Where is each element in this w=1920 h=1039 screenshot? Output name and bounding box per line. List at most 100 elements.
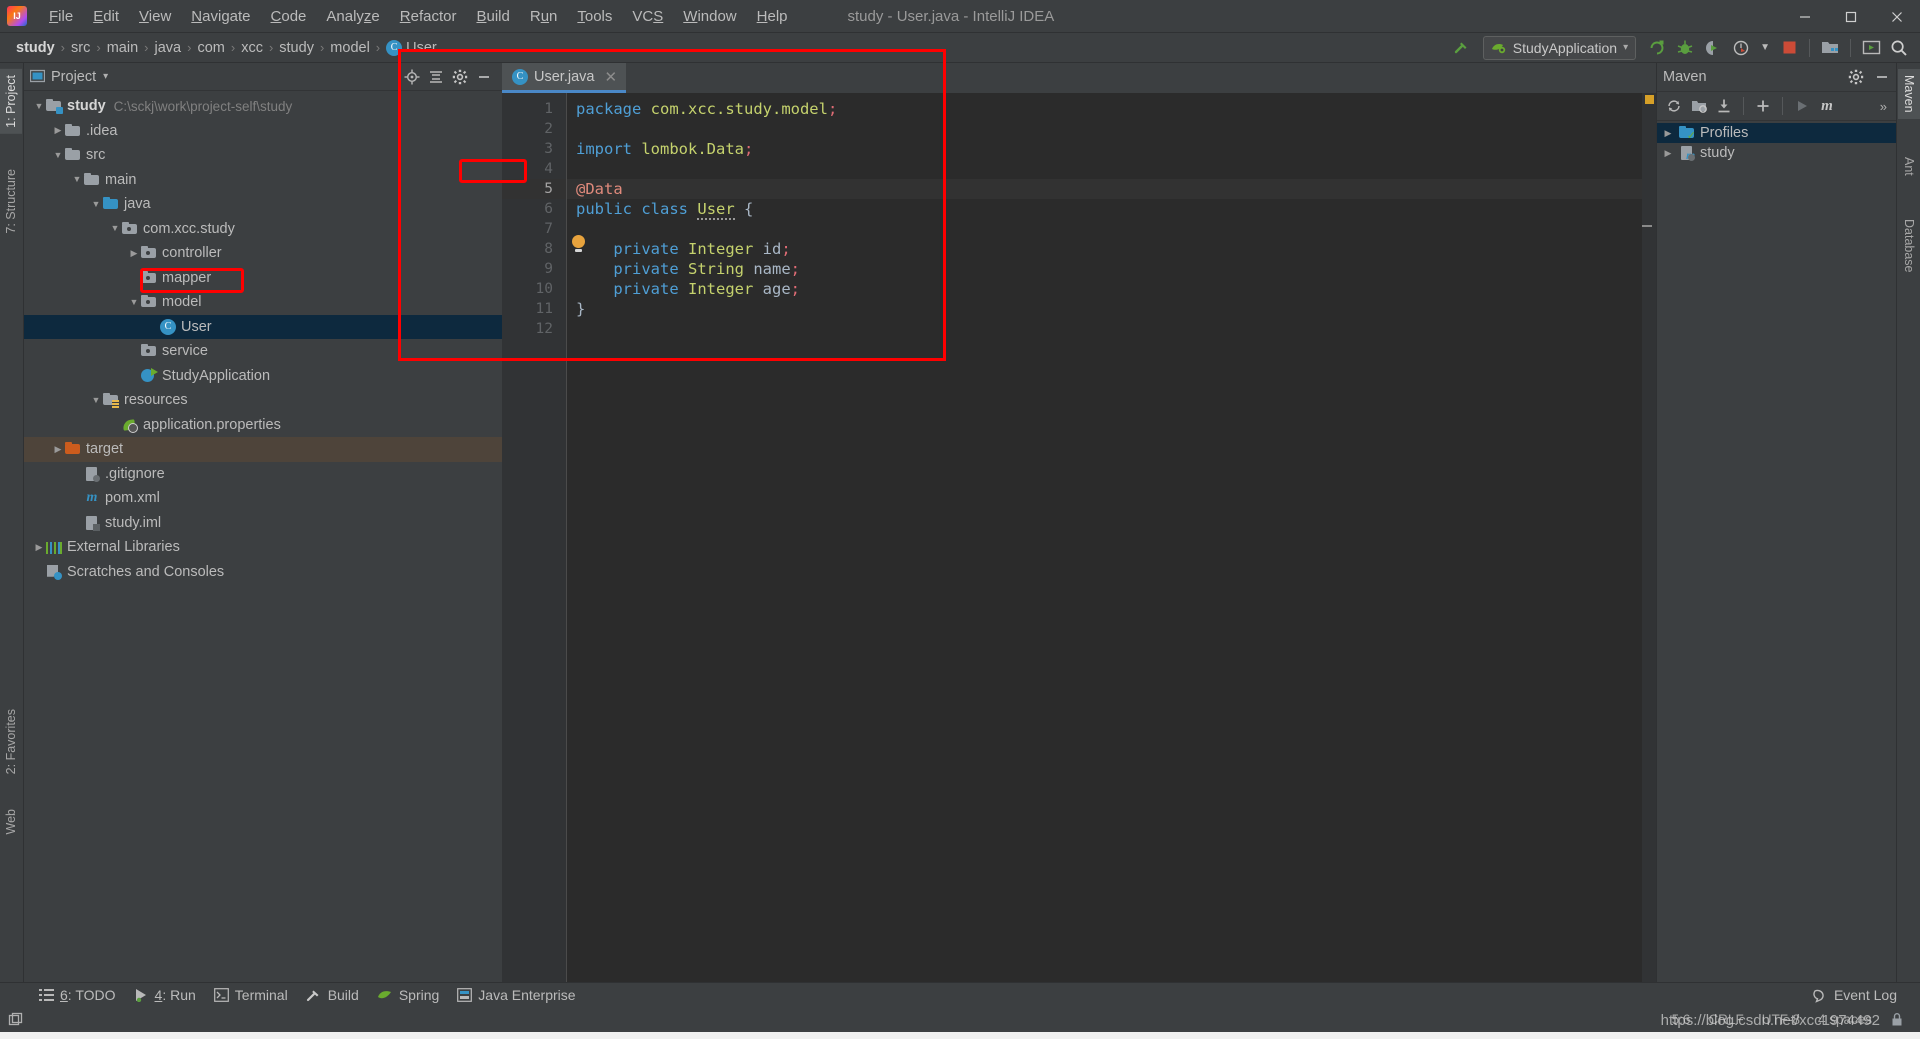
bottom-tool-java-enterprise[interactable]: Java Enterprise	[448, 985, 584, 1005]
line-number[interactable]: 7	[502, 219, 566, 239]
hammer-build-icon[interactable]	[1449, 36, 1475, 60]
bottom-tool-spring[interactable]: Spring	[368, 985, 448, 1005]
menu-item-file[interactable]: File	[39, 5, 83, 28]
menu-item-refactor[interactable]: Refactor	[390, 5, 467, 28]
chevron-right-icon[interactable]: ▶	[51, 444, 65, 454]
file-encoding[interactable]: UTF-8	[1762, 1012, 1800, 1027]
tree-node-study-iml[interactable]: study.iml	[24, 511, 502, 536]
run-configuration-selector[interactable]: StudyApplication ▾	[1482, 35, 1637, 60]
tree-node-studyapplication[interactable]: StudyApplication	[24, 364, 502, 389]
sidebar-item-structure[interactable]: 7: Structure	[0, 163, 22, 240]
code-line[interactable]	[566, 159, 1642, 179]
code-line[interactable]: package com.xcc.study.model;	[566, 99, 1642, 119]
menu-item-run[interactable]: Run	[520, 5, 568, 28]
tree-node-study[interactable]: ▼ study C:\sckj\work\project-self\study	[24, 94, 502, 119]
menu-item-analyze[interactable]: Analyze	[316, 5, 389, 28]
collapse-all-icon[interactable]	[428, 69, 444, 85]
hide-panel-icon[interactable]	[476, 69, 492, 85]
rerun-icon[interactable]	[1644, 36, 1670, 60]
tree-node-mapper[interactable]: mapper	[24, 266, 502, 291]
generate-sources-icon[interactable]	[1688, 95, 1710, 117]
sidebar-item-ant[interactable]: Ant	[1898, 151, 1920, 182]
chevron-right-icon[interactable]: ▶	[1661, 148, 1675, 158]
line-number[interactable]: 6	[502, 199, 566, 219]
project-panel-caret-icon[interactable]: ▾	[103, 71, 108, 82]
chevron-down-icon[interactable]: ▼	[89, 199, 103, 209]
line-number[interactable]: 10	[502, 279, 566, 299]
breadcrumb-item-main[interactable]: main	[103, 39, 142, 57]
code-fold-marker[interactable]	[1642, 225, 1652, 227]
menu-item-view[interactable]: View	[129, 5, 181, 28]
chevron-down-icon[interactable]: ▼	[108, 224, 122, 233]
chevron-down-icon[interactable]: ▾	[1623, 42, 1628, 53]
menu-item-navigate[interactable]: Navigate	[181, 5, 260, 28]
chevron-down-icon[interactable]: ▼	[127, 297, 141, 307]
code-line[interactable]: import lombok.Data;	[566, 139, 1642, 159]
line-number[interactable]: 11	[502, 299, 566, 319]
tree-node-controller[interactable]: ▶ controller	[24, 241, 502, 266]
chevron-right-icon[interactable]: ▶	[32, 542, 46, 552]
line-number[interactable]: 9	[502, 259, 566, 279]
profiler-dropdown-icon[interactable]: ▼	[1760, 42, 1770, 53]
breadcrumb-item-java[interactable]: java	[150, 39, 185, 57]
breadcrumb-item-com[interactable]: com	[193, 39, 228, 57]
tree-node-model[interactable]: ▼ model	[24, 290, 502, 315]
menu-item-tools[interactable]: Tools	[567, 5, 622, 28]
indent-setting[interactable]: 4 spaces	[1818, 1012, 1872, 1027]
tree-node-java[interactable]: ▼ java	[24, 192, 502, 217]
update-project-icon[interactable]	[1858, 36, 1884, 60]
chevron-right-icon[interactable]: ▶	[1661, 128, 1675, 138]
sidebar-item-favorites[interactable]: 2: Favorites	[0, 703, 22, 780]
line-number[interactable]: 12	[502, 319, 566, 339]
menu-item-vcs[interactable]: VCS	[622, 5, 673, 28]
bottom-tool-6-todo[interactable]: 6: TODO	[30, 985, 125, 1005]
menu-item-build[interactable]: Build	[466, 5, 519, 28]
download-sources-icon[interactable]	[1713, 95, 1735, 117]
lightbulb-icon[interactable]	[572, 235, 585, 252]
add-maven-project-icon[interactable]	[1752, 95, 1774, 117]
profiler-icon[interactable]	[1728, 36, 1754, 60]
error-stripe-gutter[interactable]	[1642, 93, 1656, 982]
tree-node-main[interactable]: ▼ main	[24, 168, 502, 193]
tree-node-src[interactable]: ▼ src	[24, 143, 502, 168]
settings-gear-icon[interactable]	[1848, 69, 1864, 85]
tree-node-application-properties[interactable]: application.properties	[24, 413, 502, 438]
sidebar-item-web[interactable]: Web	[0, 803, 22, 840]
chevron-down-icon[interactable]: ▼	[70, 175, 84, 184]
sidebar-item-maven[interactable]: Maven	[1898, 69, 1920, 119]
sidebar-item-project[interactable]: 1: Project	[0, 69, 22, 134]
maven-tree[interactable]: ▶ ✓ Profiles ▶ m study	[1657, 121, 1896, 982]
tree-node-pom-xml[interactable]: m pom.xml	[24, 486, 502, 511]
tree-node-scratches-and-consoles[interactable]: Scratches and Consoles	[24, 560, 502, 585]
project-tree[interactable]: ▼ study C:\sckj\work\project-self\study ▶ .i…	[24, 91, 502, 982]
breadcrumb-item-xcc[interactable]: xcc	[237, 39, 267, 57]
close-button[interactable]	[1874, 0, 1920, 33]
menu-item-code[interactable]: Code	[261, 5, 317, 28]
hide-panel-icon[interactable]	[1874, 69, 1890, 85]
tree-node-user[interactable]: C User	[24, 314, 502, 339]
maven-node-study[interactable]: ▶ m study	[1657, 143, 1896, 163]
line-number-gutter[interactable]: 1 2 3 4 5 6 7 8 9 10 11 12	[502, 93, 566, 982]
code-line[interactable]: public class User {	[566, 199, 1642, 220]
warning-stripe-marker[interactable]	[1645, 95, 1654, 104]
minimize-button[interactable]	[1782, 0, 1828, 33]
tree-node-resources[interactable]: ▼ resources	[24, 388, 502, 413]
sidebar-item-database[interactable]: Database	[1898, 213, 1920, 279]
code-line[interactable]	[566, 119, 1642, 139]
tab-user-java[interactable]: C User.java ✕	[502, 63, 627, 93]
close-tab-icon[interactable]: ✕	[604, 68, 617, 86]
chevron-right-icon[interactable]: ▶	[127, 248, 141, 258]
code-line[interactable]	[566, 319, 1642, 339]
maximize-button[interactable]	[1828, 0, 1874, 33]
search-everywhere-icon[interactable]	[1886, 36, 1912, 60]
breadcrumb-item-user[interactable]: C User	[382, 39, 441, 57]
stop-icon[interactable]	[1776, 36, 1802, 60]
code-line[interactable]	[566, 219, 1642, 239]
code-line[interactable]: }	[566, 299, 1642, 319]
bottom-tool-terminal[interactable]: Terminal	[205, 985, 297, 1005]
breadcrumb-item-model[interactable]: model	[326, 39, 374, 57]
bottom-tool-4-run[interactable]: 4: Run	[125, 985, 205, 1005]
locate-icon[interactable]	[404, 69, 420, 85]
debug-icon[interactable]	[1672, 36, 1698, 60]
tree-node--gitignore[interactable]: .gitignore	[24, 462, 502, 487]
